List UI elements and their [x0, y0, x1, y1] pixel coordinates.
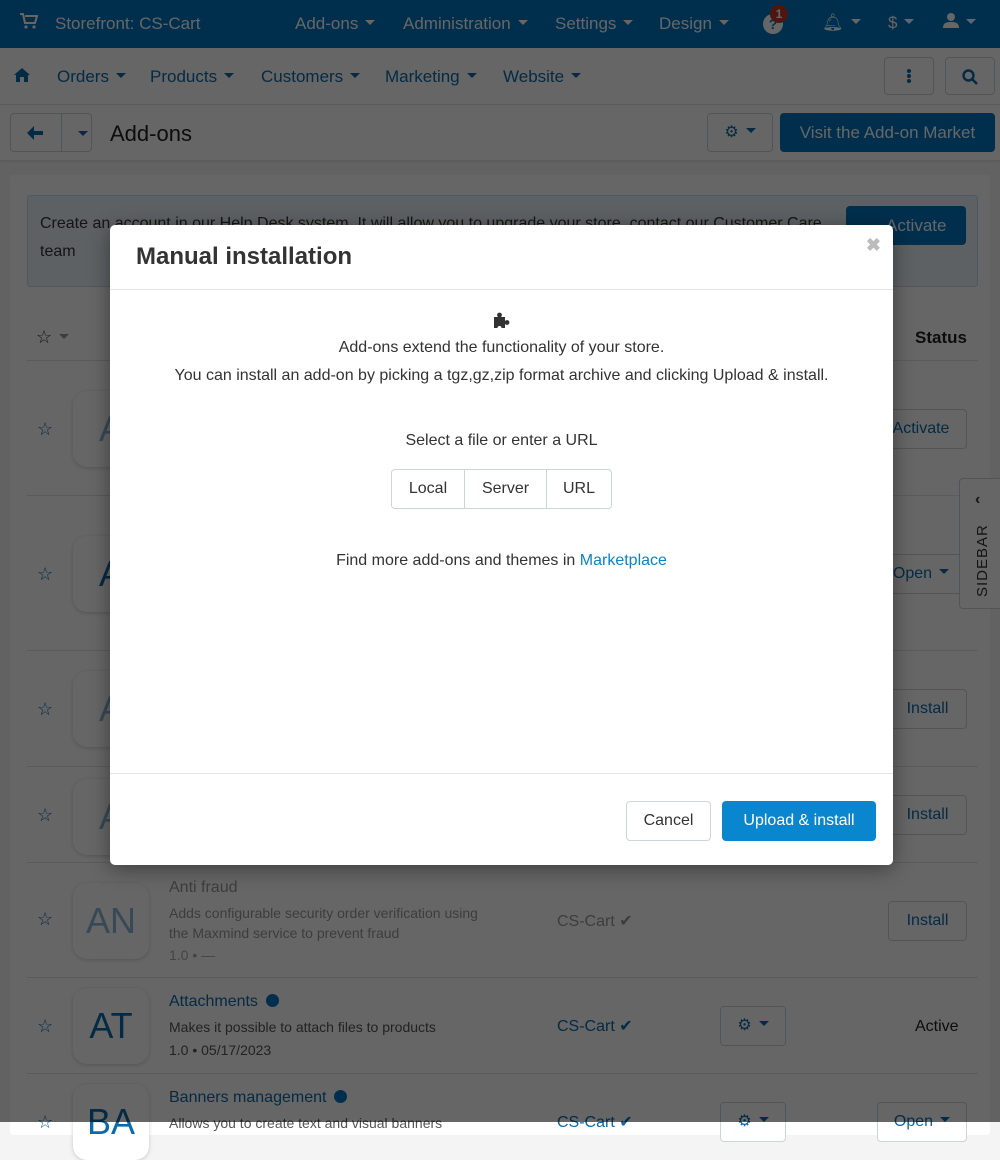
dialog-intro-text: Add-ons extend the functionality of your…: [338, 339, 665, 356]
find-more-text: Find more add-ons and themes in Marketpl…: [110, 552, 893, 570]
dialog-header: Manual installation ✖: [110, 225, 893, 290]
cancel-button[interactable]: Cancel: [626, 801, 711, 841]
close-icon[interactable]: ✖: [866, 235, 881, 256]
source-url-button[interactable]: URL: [547, 470, 611, 508]
file-source-prompt: Select a file or enter a URL: [405, 432, 598, 449]
dialog-body: Add-ons extend the functionality of your…: [110, 291, 893, 774]
upload-install-button[interactable]: Upload & install: [722, 801, 876, 841]
dialog-instructions-text: You can install an add-on by picking a t…: [174, 367, 829, 384]
puzzle-piece-icon: [494, 312, 510, 329]
manual-installation-dialog: Manual installation ✖ Add-ons extend the…: [110, 225, 893, 865]
find-more-label: Find more add-ons and themes in: [336, 552, 580, 569]
source-local-button[interactable]: Local: [392, 470, 465, 508]
file-source-selector: Local Server URL: [391, 469, 612, 509]
dialog-title: Manual installation: [136, 243, 353, 270]
dialog-footer: Cancel Upload & install: [110, 773, 893, 865]
source-server-button[interactable]: Server: [465, 470, 547, 508]
marketplace-link[interactable]: Marketplace: [580, 552, 667, 569]
